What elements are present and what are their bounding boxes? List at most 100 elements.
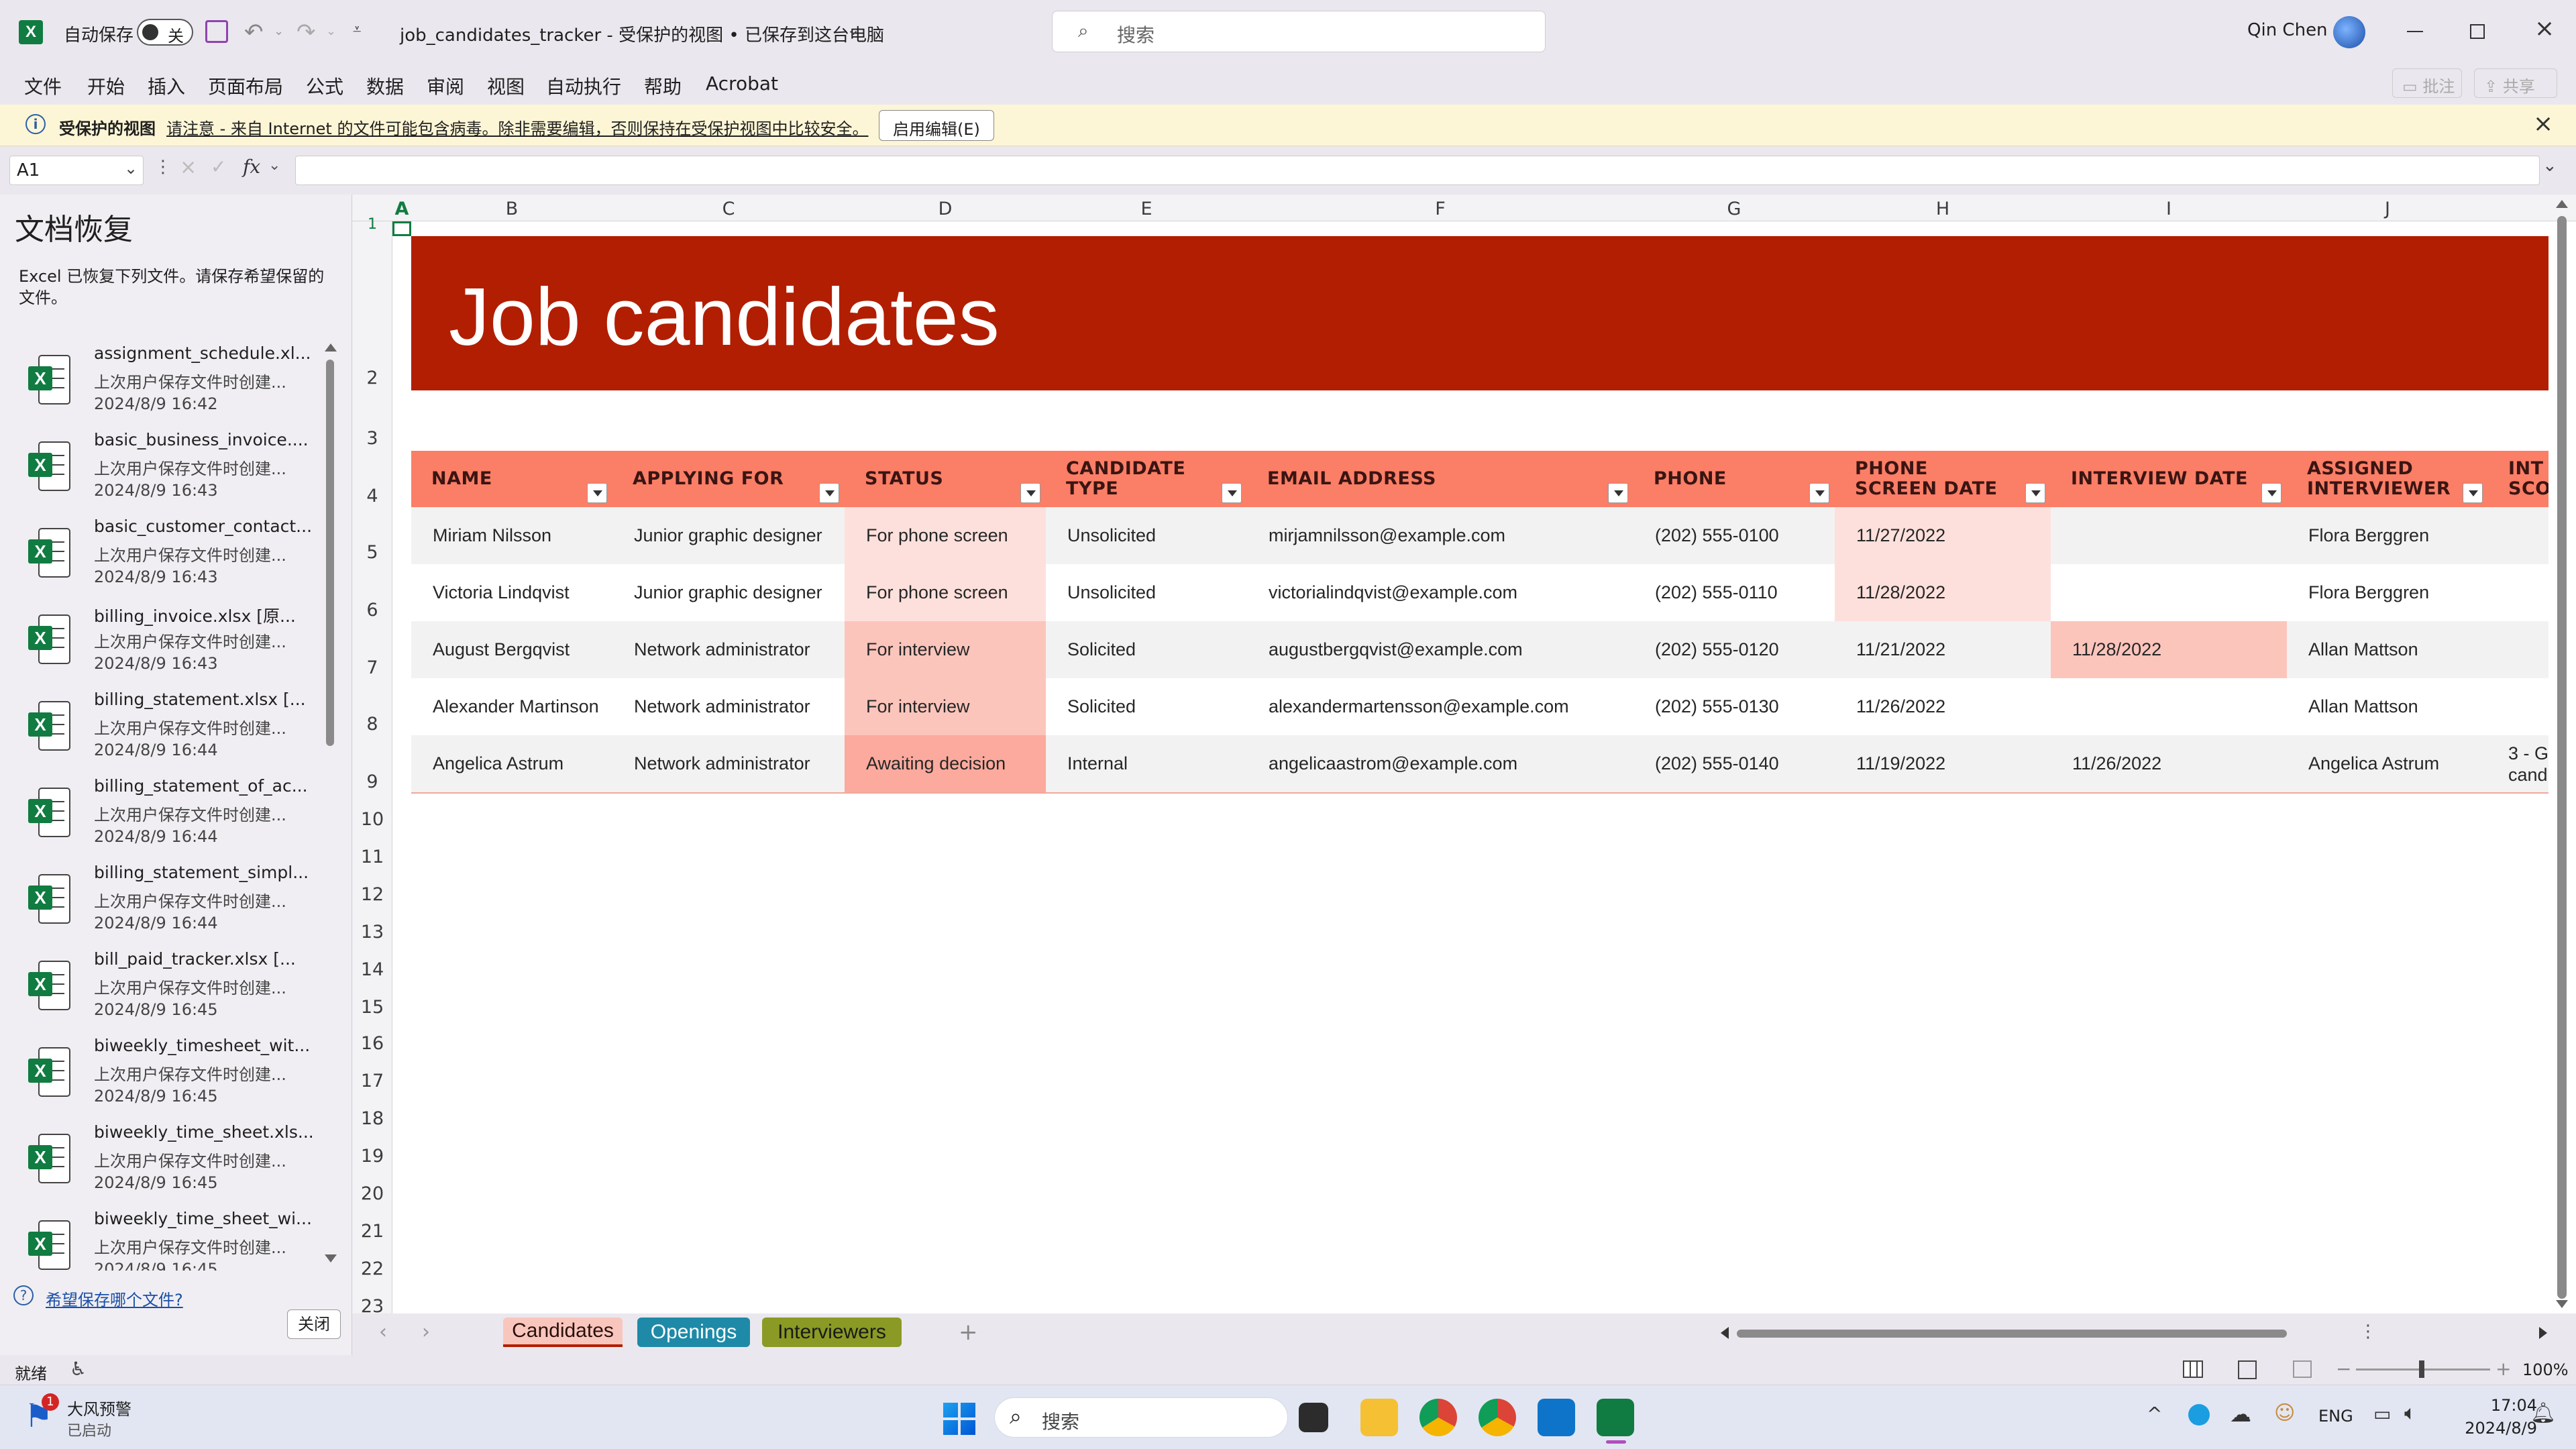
row-header-3[interactable]: 3 [352, 428, 392, 449]
table-cell[interactable]: Network administrator [612, 678, 845, 735]
menu-insert[interactable]: 插入 [148, 72, 185, 99]
menu-acrobat[interactable]: Acrobat [706, 72, 778, 95]
row-header-7[interactable]: 7 [352, 657, 392, 678]
header-status[interactable]: STATUS [845, 451, 1046, 507]
row-header-22[interactable]: 22 [352, 1258, 392, 1279]
table-cell[interactable]: Solicited [1046, 621, 1247, 678]
menu-home[interactable]: 开始 [87, 72, 125, 99]
table-cell[interactable]: August Bergqvist [411, 621, 612, 678]
filter-dropdown-icon[interactable] [1020, 483, 1040, 503]
table-cell[interactable]: 11/26/2022 [1835, 678, 2051, 735]
table-cell[interactable]: 11/28/2022 [1835, 564, 2051, 621]
row-header-16[interactable]: 16 [352, 1033, 392, 1054]
header-interview-score[interactable]: INT SCO [2488, 451, 2548, 507]
table-cell[interactable]: Angelica Astrum [411, 735, 612, 792]
selected-cell-a1[interactable] [392, 221, 411, 236]
table-cell[interactable]: 11/19/2022 [1835, 735, 2051, 792]
scroll-tabs-right-icon[interactable]: › [422, 1320, 430, 1344]
add-sheet-button[interactable]: + [959, 1319, 978, 1346]
table-cell[interactable]: 11/26/2022 [2051, 735, 2287, 792]
row-header-12[interactable]: 12 [352, 884, 392, 905]
customize-toolbar-icon[interactable]: ⩡ [353, 21, 361, 38]
list-item[interactable]: Xbilling_statement_of_ac... 上次用户保存文件时创建..… [0, 775, 322, 861]
list-item[interactable]: Xbiweekly_time_sheet.xls... 上次用户保存文件时创建..… [0, 1121, 322, 1207]
table-cell[interactable]: (202) 555-0120 [1633, 621, 1835, 678]
accessibility-icon[interactable]: ♿ [70, 1358, 87, 1380]
clock-time[interactable]: 17:04 [2477, 1396, 2537, 1415]
table-cell[interactable]: Solicited [1046, 678, 1247, 735]
table-cell[interactable]: Junior graphic designer [612, 507, 845, 564]
confirm-formula-icon[interactable]: ✓ [211, 156, 226, 178]
table-cell[interactable]: Unsolicited [1046, 564, 1247, 621]
list-item[interactable]: Xbiweekly_time_sheet_wi... 上次用户保存文件时创建...… [0, 1208, 322, 1271]
more-tabs-icon[interactable]: ⋮ [2359, 1322, 2377, 1342]
document-title[interactable]: job_candidates_tracker - 受保护的视图 • 已保存到这台… [400, 21, 884, 46]
fx-dropdown-icon[interactable]: ⌄ [268, 157, 280, 174]
table-cell[interactable]: For phone screen [845, 564, 1046, 621]
taskbar-search[interactable]: ⌕ 搜索 [994, 1397, 1288, 1438]
menu-formulas[interactable]: 公式 [306, 72, 343, 99]
menu-automate[interactable]: 自动执行 [546, 72, 621, 99]
row-header-6[interactable]: 6 [352, 600, 392, 621]
zoom-slider-thumb[interactable] [2419, 1360, 2424, 1378]
table-cell[interactable]: 11/21/2022 [1835, 621, 2051, 678]
scroll-up-icon[interactable] [2556, 200, 2568, 208]
expand-formula-icon[interactable]: ⌄ [2542, 156, 2557, 176]
table-cell[interactable]: Unsolicited [1046, 507, 1247, 564]
row-header-21[interactable]: 21 [352, 1221, 392, 1242]
table-cell[interactable] [2051, 678, 2287, 735]
tab-candidates[interactable]: Candidates [503, 1318, 623, 1347]
vertical-scrollbar[interactable] [2557, 216, 2567, 1299]
help-link[interactable]: 希望保存哪个文件? [46, 1287, 183, 1310]
start-button[interactable] [943, 1403, 975, 1435]
tab-interviewers[interactable]: Interviewers [762, 1318, 902, 1347]
zoom-slider[interactable] [2356, 1360, 2490, 1378]
column-header-j[interactable]: J [2287, 199, 2488, 219]
table-cell[interactable]: Network administrator [612, 621, 845, 678]
filter-dropdown-icon[interactable] [1608, 483, 1628, 503]
header-email[interactable]: EMAIL ADDRESS [1247, 451, 1633, 507]
autosave-toggle[interactable]: 关 [137, 19, 193, 46]
row-header-8[interactable]: 8 [352, 714, 392, 735]
menu-data[interactable]: 数据 [366, 72, 404, 99]
scroll-tabs-left-icon[interactable]: ‹ [379, 1320, 387, 1344]
row-header-5[interactable]: 5 [352, 542, 392, 563]
table-cell[interactable]: For interview [845, 678, 1046, 735]
row-header-11[interactable]: 11 [352, 847, 392, 867]
table-cell[interactable]: (202) 555-0100 [1633, 507, 1835, 564]
normal-view-icon[interactable] [2183, 1360, 2203, 1378]
menu-help[interactable]: 帮助 [644, 72, 682, 99]
table-cell[interactable]: Awaiting decision [845, 735, 1046, 792]
zoom-level[interactable]: 100% [2522, 1360, 2569, 1379]
table-cell[interactable]: augustbergqvist@example.com [1247, 621, 1633, 678]
chrome-q-icon[interactable] [1419, 1399, 1457, 1436]
horizontal-scrollbar[interactable] [1737, 1330, 2287, 1338]
table-cell[interactable]: alexandermartensson@example.com [1247, 678, 1633, 735]
scroll-down-icon[interactable] [2556, 1300, 2568, 1308]
name-box[interactable]: A1 ⌄ [9, 156, 144, 185]
header-interview-date[interactable]: INTERVIEW DATE [2051, 451, 2287, 507]
vscode-icon[interactable] [1538, 1399, 1575, 1436]
filter-dropdown-icon[interactable] [2261, 483, 2282, 503]
table-cell[interactable]: Flora Berggren [2287, 507, 2488, 564]
close-recovery-button[interactable]: 关闭 [287, 1309, 341, 1339]
protected-view-message[interactable]: 请注意 - 来自 Internet 的文件可能包含病毒。除非需要编辑，否则保持在… [166, 115, 868, 139]
table-cell[interactable]: (202) 555-0140 [1633, 735, 1835, 792]
table-cell[interactable]: Junior graphic designer [612, 564, 845, 621]
page-layout-view-icon[interactable] [2238, 1360, 2257, 1379]
row-header-2[interactable]: 2 [352, 368, 392, 388]
column-header-e[interactable]: E [1046, 199, 1247, 219]
zoom-out-icon[interactable]: − [2336, 1358, 2351, 1380]
cancel-formula-icon[interactable]: × [180, 156, 197, 179]
menu-page-layout[interactable]: 页面布局 [208, 72, 283, 99]
save-icon[interactable] [205, 20, 228, 43]
table-cell[interactable]: Miriam Nilsson [411, 507, 612, 564]
enable-editing-button[interactable]: 启用编辑(E) [879, 110, 994, 141]
edge-tray-icon[interactable] [2188, 1404, 2210, 1426]
table-cell[interactable]: 11/28/2022 [2051, 621, 2287, 678]
formula-input[interactable] [295, 156, 2540, 185]
zoom-in-icon[interactable]: + [2496, 1358, 2511, 1380]
volume-icon[interactable]: 🔈︎ [2404, 1401, 2416, 1425]
table-cell[interactable]: (202) 555-0130 [1633, 678, 1835, 735]
row-header-10[interactable]: 10 [352, 809, 392, 830]
